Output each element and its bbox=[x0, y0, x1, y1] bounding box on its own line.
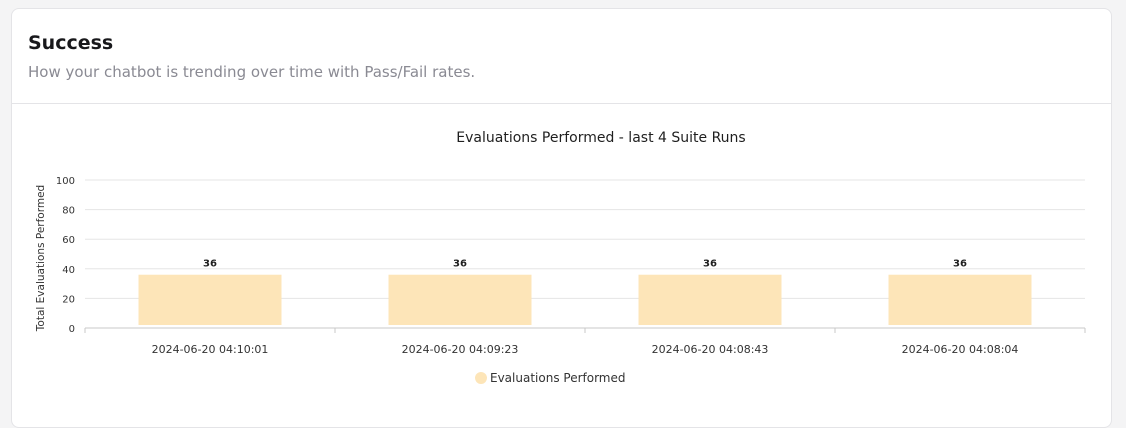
bar-value-label: 36 bbox=[953, 259, 967, 270]
x-tick-label: 2024-06-20 04:08:04 bbox=[902, 343, 1019, 356]
x-tick-label: 2024-06-20 04:10:01 bbox=[152, 343, 269, 356]
y-tick-label: 100 bbox=[56, 176, 75, 187]
legend-label: Evaluations Performed bbox=[490, 371, 626, 385]
card-header: Success How your chatbot is trending ove… bbox=[12, 9, 1111, 104]
y-axis-label: Total Evaluations Performed bbox=[35, 185, 47, 332]
bar-value-label: 36 bbox=[453, 259, 467, 270]
y-tick-label: 60 bbox=[62, 235, 75, 246]
y-tick-label: 80 bbox=[62, 206, 75, 217]
chart-container: Evaluations Performed - last 4 Suite Run… bbox=[12, 104, 1111, 404]
bar bbox=[888, 274, 1032, 325]
success-card: Success How your chatbot is trending ove… bbox=[11, 8, 1112, 428]
bar-value-label: 36 bbox=[203, 259, 217, 270]
chart-title: Evaluations Performed - last 4 Suite Run… bbox=[456, 130, 745, 146]
bar bbox=[388, 274, 532, 325]
x-tick-label: 2024-06-20 04:09:23 bbox=[402, 343, 519, 356]
card-title: Success bbox=[28, 32, 114, 54]
y-tick-label: 40 bbox=[62, 265, 75, 276]
bar bbox=[638, 274, 782, 325]
bar-value-label: 36 bbox=[703, 259, 717, 270]
y-tick-label: 0 bbox=[69, 324, 75, 335]
card-subtitle: How your chatbot is trending over time w… bbox=[28, 63, 476, 81]
bar bbox=[138, 274, 282, 325]
y-tick-label: 20 bbox=[62, 294, 75, 305]
legend-swatch bbox=[475, 372, 487, 384]
x-tick-label: 2024-06-20 04:08:43 bbox=[652, 343, 769, 356]
bar-chart: Evaluations Performed - last 4 Suite Run… bbox=[35, 130, 1086, 385]
